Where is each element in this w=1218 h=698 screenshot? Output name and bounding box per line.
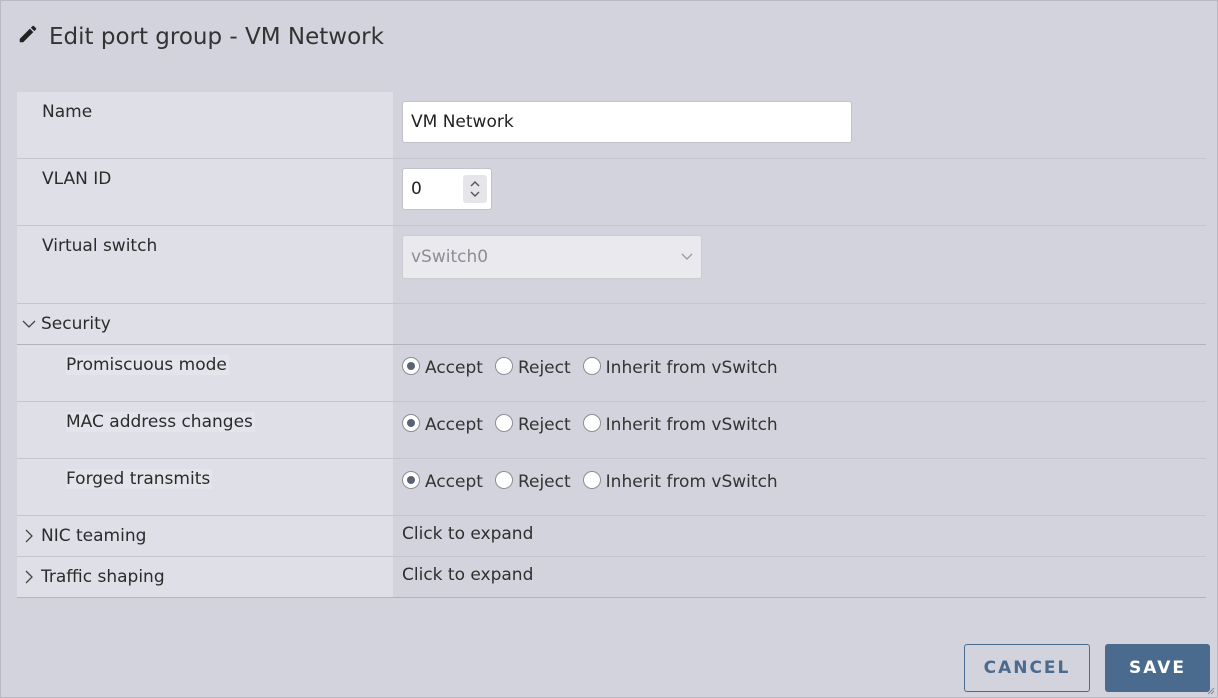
nic-teaming-row[interactable]: NIC teaming Click to expand [17,516,1206,557]
promiscuous-mode-label: Promiscuous mode [66,355,229,375]
security-label: Security [41,314,111,334]
vswitch-selected-value: vSwitch0 [411,247,489,267]
security-section-row[interactable]: Security [17,304,1206,345]
mac-address-changes-label: MAC address changes [66,412,255,432]
nic-teaming-label: NIC teaming [41,526,147,546]
radio-checked-icon[interactable] [402,414,420,432]
dialog-title: Edit port group - VM Network [49,24,384,50]
mac-accept-radio[interactable]: Accept [402,414,483,435]
vlan-id-stepper[interactable]: 0 [402,168,492,210]
radio-checked-icon[interactable] [402,357,420,375]
cancel-button[interactable]: CANCEL [964,644,1090,692]
vswitch-select[interactable]: vSwitch0 [402,235,702,279]
traffic-shaping-label: Traffic shaping [41,567,165,587]
promiscuous-accept-radio[interactable]: Accept [402,357,483,378]
promiscuous-inherit-radio[interactable]: Inherit from vSwitch [582,357,778,378]
radio-unchecked-icon[interactable] [582,471,601,489]
security-toggle[interactable]: Security [17,304,393,344]
forged-accept-radio[interactable]: Accept [402,471,483,492]
name-label: Name [17,92,393,158]
mac-inherit-radio[interactable]: Inherit from vSwitch [582,414,778,435]
traffic-shaping-toggle[interactable]: Traffic shaping [17,557,393,597]
pencil-icon [17,23,39,51]
vlan-id-value: 0 [411,179,422,199]
traffic-shaping-expand-link[interactable]: Click to expand [402,565,533,585]
radio-unchecked-icon[interactable] [582,357,601,375]
chevron-down-icon[interactable] [469,189,481,199]
dialog-header: Edit port group - VM Network [17,21,384,53]
vswitch-label: Virtual switch [17,226,393,303]
forged-transmits-radio-group: Accept Reject Inherit from vSwitch [402,468,1206,492]
promiscuous-reject-radio[interactable]: Reject [494,357,571,378]
chevron-right-icon [25,529,33,543]
nic-teaming-expand-link[interactable]: Click to expand [402,524,533,544]
vlan-row: VLAN ID 0 [17,159,1206,226]
name-input[interactable] [402,101,852,143]
name-row: Name [17,92,1206,159]
radio-unchecked-icon[interactable] [494,471,513,489]
vswitch-row: Virtual switch vSwitch0 [17,226,1206,304]
forged-inherit-radio[interactable]: Inherit from vSwitch [582,471,778,492]
chevron-down-icon [22,320,36,328]
port-group-form: Name VLAN ID 0 Virtual switch [17,92,1206,598]
chevron-right-icon [25,570,33,584]
resize-grip-icon[interactable] [1205,685,1215,695]
nic-teaming-toggle[interactable]: NIC teaming [17,516,393,556]
chevron-up-icon[interactable] [469,179,481,189]
traffic-shaping-row[interactable]: Traffic shaping Click to expand [17,557,1206,598]
promiscuous-mode-radio-group: Accept Reject Inherit from vSwitch [402,354,1206,378]
forged-reject-radio[interactable]: Reject [494,471,571,492]
promiscuous-mode-row: Promiscuous mode Accept Reject Inherit f… [17,345,1206,402]
mac-reject-radio[interactable]: Reject [494,414,571,435]
radio-checked-icon[interactable] [402,471,420,489]
radio-unchecked-icon[interactable] [494,357,513,375]
radio-unchecked-icon[interactable] [494,414,513,432]
mac-address-changes-radio-group: Accept Reject Inherit from vSwitch [402,411,1206,435]
save-button[interactable]: SAVE [1105,644,1210,692]
edit-port-group-dialog: Edit port group - VM Network Name VLAN I… [0,0,1218,698]
stepper-arrows[interactable] [463,175,487,203]
forged-transmits-row: Forged transmits Accept Reject Inherit f… [17,459,1206,516]
forged-transmits-label: Forged transmits [66,469,213,489]
vlan-label: VLAN ID [17,159,393,225]
chevron-down-icon [681,253,693,260]
mac-address-changes-row: MAC address changes Accept Reject Inheri… [17,402,1206,459]
radio-unchecked-icon[interactable] [582,414,601,432]
